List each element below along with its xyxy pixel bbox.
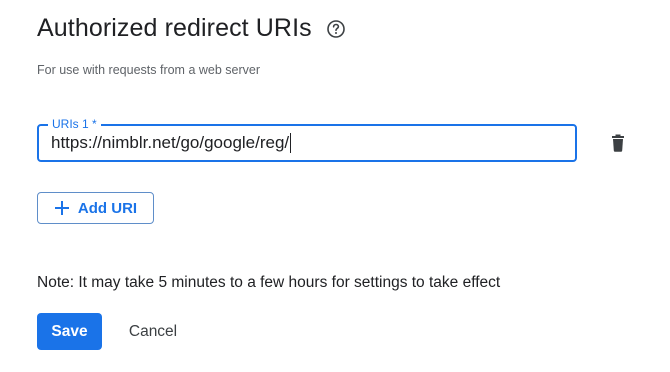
trash-icon: [610, 134, 626, 157]
section-header: Authorized redirect URIs: [37, 14, 346, 43]
plus-icon: [54, 200, 70, 216]
section-subtitle: For use with requests from a web server: [37, 63, 260, 77]
section-title: Authorized redirect URIs: [37, 14, 312, 42]
save-button[interactable]: Save: [37, 313, 102, 350]
uri-input[interactable]: https://nimblr.net/go/google/reg/: [51, 132, 561, 154]
text-caret: [290, 133, 292, 153]
add-uri-label: Add URI: [77, 199, 138, 217]
uri-field[interactable]: URIs 1 * https://nimblr.net/go/google/re…: [37, 117, 577, 162]
help-circle-icon[interactable]: [326, 19, 346, 39]
delete-uri-button[interactable]: [606, 133, 630, 157]
uri-input-value: https://nimblr.net/go/google/reg/: [51, 133, 290, 152]
uri-field-label: URIs 1 *: [48, 117, 101, 131]
add-uri-button[interactable]: Add URI: [37, 192, 154, 224]
cancel-button[interactable]: Cancel: [114, 313, 192, 350]
settings-note: Note: It may take 5 minutes to a few hou…: [37, 274, 501, 291]
